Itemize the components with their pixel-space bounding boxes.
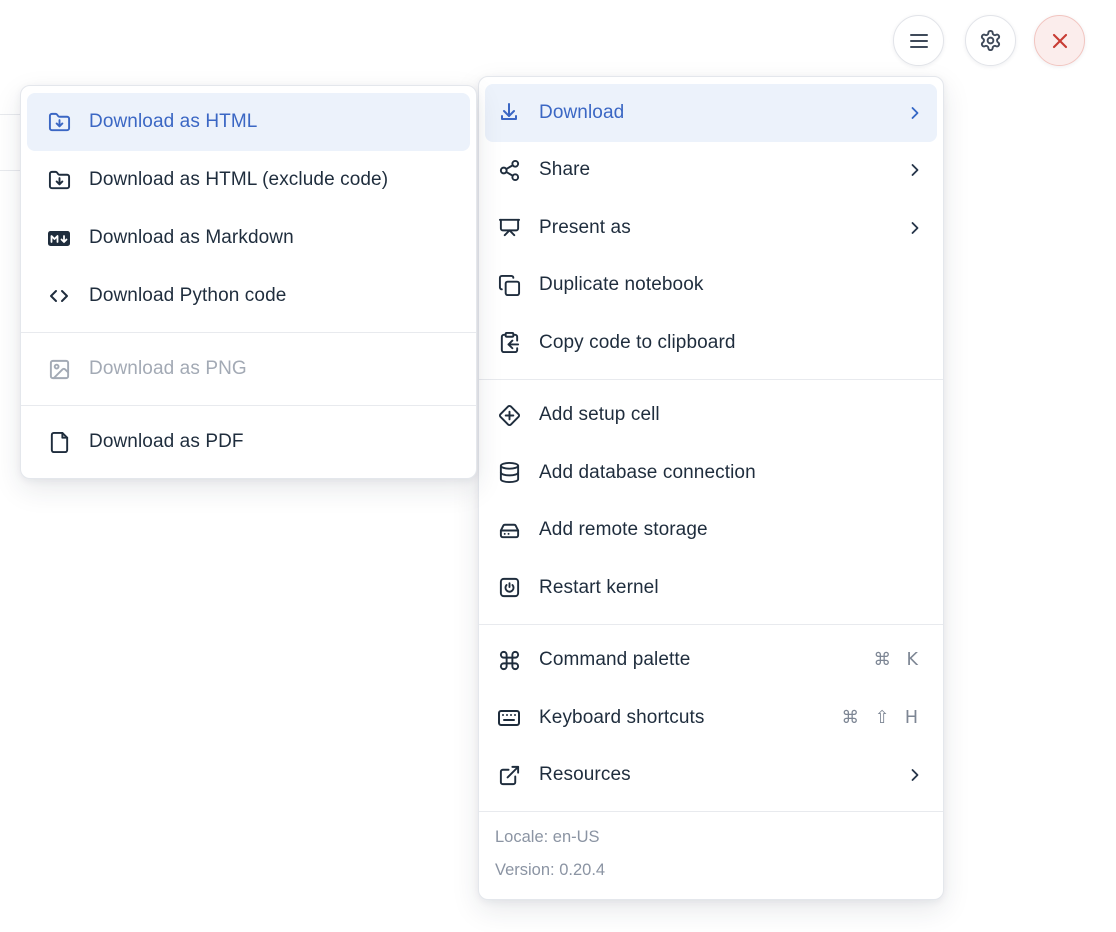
- download-submenu-section-pdf: Download as PDF: [21, 406, 476, 478]
- menu-item-label: Download as PNG: [89, 358, 458, 380]
- menu-item-present-as[interactable]: Present as: [485, 199, 937, 257]
- menu-item-label: Present as: [539, 217, 887, 239]
- menu-item-download-markdown[interactable]: Download as Markdown: [27, 209, 470, 267]
- chevron-right-icon: [905, 765, 925, 785]
- menu-item-resources[interactable]: Resources: [485, 747, 937, 805]
- main-menu-section-notebook: Add setup cell Add database connection A…: [479, 380, 943, 624]
- menu-item-label: Duplicate notebook: [539, 274, 925, 296]
- menu-item-label: Download as PDF: [89, 431, 458, 453]
- main-menu-section-help: Command palette ⌘ K Keyboard shortcuts ⌘…: [479, 625, 943, 812]
- menu-item-share[interactable]: Share: [485, 142, 937, 200]
- locale-text: Locale: en-US: [495, 821, 927, 854]
- menu-item-add-setup-cell[interactable]: Add setup cell: [485, 387, 937, 445]
- folder-down-icon: [47, 168, 71, 192]
- settings-button[interactable]: [965, 15, 1016, 66]
- menu-item-label: Download as HTML: [89, 111, 458, 133]
- keyboard-shortcut-hint: ⌘ ⇧ H: [842, 708, 925, 728]
- hard-drive-icon: [497, 518, 521, 542]
- share-icon: [497, 158, 521, 182]
- menu-item-download-html[interactable]: Download as HTML: [27, 93, 470, 151]
- clipboard-copy-icon: [497, 331, 521, 355]
- folder-down-icon: [47, 110, 71, 134]
- download-submenu-section-formats: Download as HTML Download as HTML (exclu…: [21, 86, 476, 332]
- keyboard-shortcut-hint: ⌘ K: [873, 650, 925, 670]
- menu-item-download-pdf[interactable]: Download as PDF: [27, 413, 470, 471]
- chevron-right-icon: [905, 218, 925, 238]
- menu-item-add-database-connection[interactable]: Add database connection: [485, 444, 937, 502]
- menu-item-label: Share: [539, 159, 887, 181]
- database-icon: [497, 461, 521, 485]
- copy-icon: [497, 273, 521, 297]
- keyboard-icon: [497, 706, 521, 730]
- markdown-icon: [47, 226, 71, 250]
- external-link-icon: [497, 763, 521, 787]
- menu-item-download-png[interactable]: Download as PNG: [27, 340, 470, 398]
- gear-icon: [979, 29, 1002, 52]
- menu-item-label: Restart kernel: [539, 577, 925, 599]
- menu-item-label: Add setup cell: [539, 404, 925, 426]
- main-menu: Download Share Present as: [478, 76, 944, 900]
- close-icon: [1048, 29, 1072, 53]
- menu-item-duplicate-notebook[interactable]: Duplicate notebook: [485, 257, 937, 315]
- menu-item-label: Add database connection: [539, 462, 925, 484]
- menu-item-command-palette[interactable]: Command palette ⌘ K: [485, 632, 937, 690]
- download-submenu-section-png: Download as PNG: [21, 333, 476, 405]
- hamburger-icon: [907, 29, 931, 53]
- command-icon: [497, 648, 521, 672]
- menu-item-label: Keyboard shortcuts: [539, 707, 824, 729]
- menu-item-label: Command palette: [539, 649, 855, 671]
- menu-item-label: Download as Markdown: [89, 227, 458, 249]
- menu-item-restart-kernel[interactable]: Restart kernel: [485, 559, 937, 617]
- close-app-button[interactable]: [1034, 15, 1085, 66]
- menu-item-label: Download Python code: [89, 285, 458, 307]
- menu-item-add-remote-storage[interactable]: Add remote storage: [485, 502, 937, 560]
- background-table-line: [0, 114, 21, 115]
- menu-item-label: Copy code to clipboard: [539, 332, 925, 354]
- version-text: Version: 0.20.4: [495, 854, 927, 887]
- menu-footer: Locale: en-US Version: 0.20.4: [479, 811, 943, 899]
- background-table-line: [0, 170, 21, 171]
- app-canvas: Download Share Present as: [0, 0, 1116, 932]
- menu-item-download-python[interactable]: Download Python code: [27, 267, 470, 325]
- menu-item-download[interactable]: Download: [485, 84, 937, 142]
- menu-item-label: Resources: [539, 764, 887, 786]
- menu-item-label: Add remote storage: [539, 519, 925, 541]
- menu-item-keyboard-shortcuts[interactable]: Keyboard shortcuts ⌘ ⇧ H: [485, 689, 937, 747]
- code-icon: [47, 284, 71, 308]
- power-icon: [497, 576, 521, 600]
- menu-item-download-html-exclude-code[interactable]: Download as HTML (exclude code): [27, 151, 470, 209]
- chevron-right-icon: [905, 160, 925, 180]
- chevron-right-icon: [905, 103, 925, 123]
- download-icon: [497, 101, 521, 125]
- download-submenu: Download as HTML Download as HTML (exclu…: [20, 85, 477, 479]
- menu-item-copy-code[interactable]: Copy code to clipboard: [485, 314, 937, 372]
- main-menu-section-actions: Download Share Present as: [479, 77, 943, 379]
- file-icon: [47, 430, 71, 454]
- presentation-icon: [497, 216, 521, 240]
- notebook-menu-button[interactable]: [893, 15, 944, 66]
- diamond-plus-icon: [497, 403, 521, 427]
- menu-item-label: Download: [539, 102, 887, 124]
- menu-item-label: Download as HTML (exclude code): [89, 169, 458, 191]
- image-icon: [47, 357, 71, 381]
